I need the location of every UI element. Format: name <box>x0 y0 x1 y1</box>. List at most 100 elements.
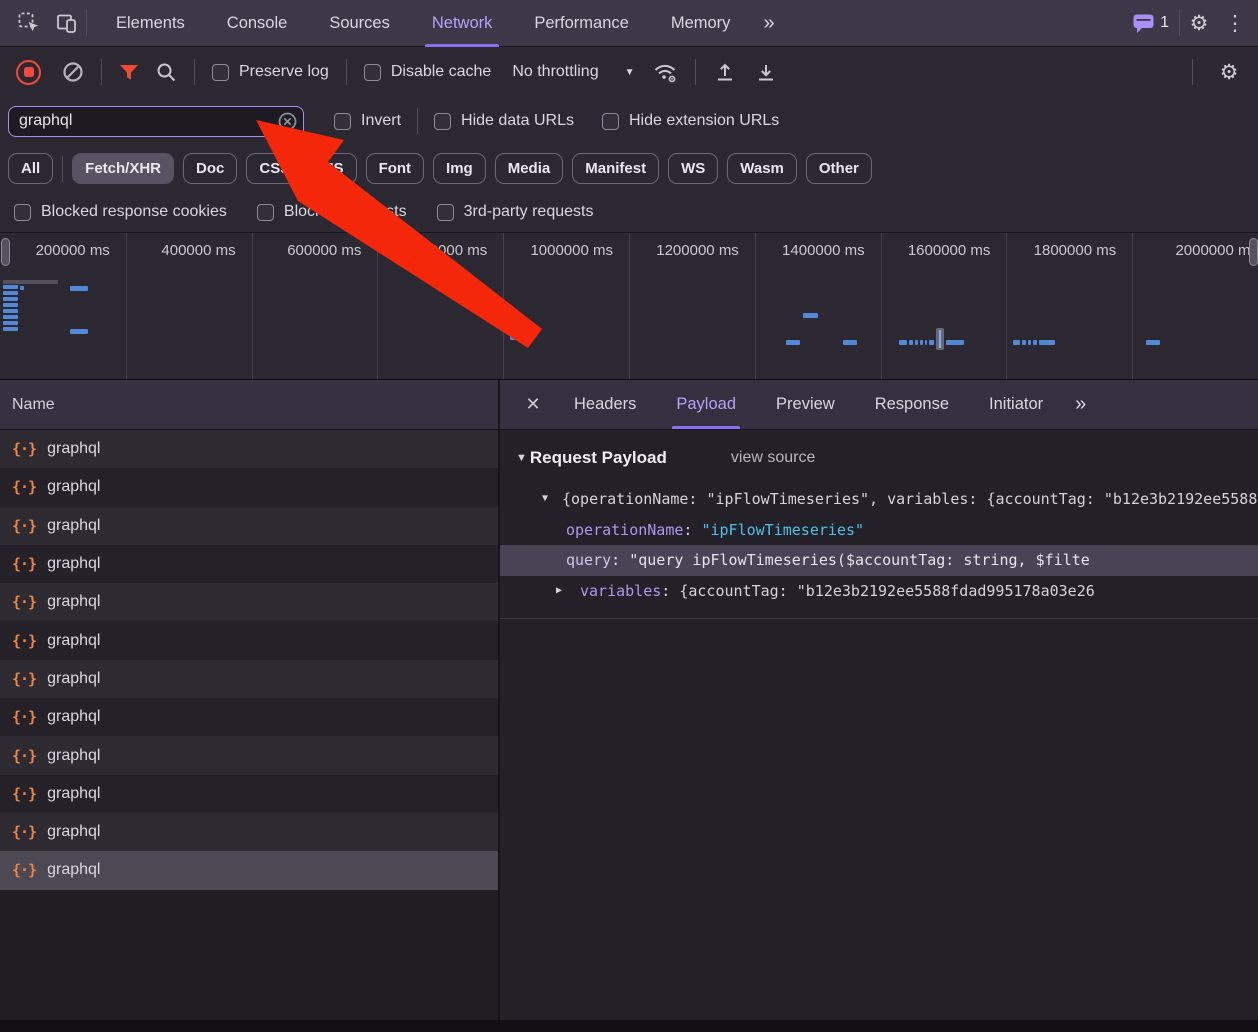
tab-elements[interactable]: Elements <box>95 0 206 47</box>
third-party-group: 3rd-party requests <box>437 203 594 221</box>
blocked-cookies-group: Blocked response cookies <box>14 203 227 221</box>
device-toolbar-button[interactable] <box>48 0 86 47</box>
request-payload-section-header[interactable]: ▼ Request Payload view source <box>500 438 1258 478</box>
detail-tab-payload[interactable]: Payload <box>656 380 756 429</box>
chip-img[interactable]: Img <box>433 153 486 184</box>
request-row-graphql[interactable]: {·}graphql <box>0 736 498 774</box>
request-row-graphql[interactable]: {·}graphql <box>0 545 498 583</box>
throttling-value: No throttling <box>512 63 598 81</box>
payload-row-3[interactable]: ▶variables: {accountTag: "b12e3b2192ee55… <box>500 576 1258 607</box>
timeline-gridline <box>1006 233 1007 379</box>
more-detail-tabs-button[interactable]: » <box>1063 381 1098 428</box>
request-row-graphql[interactable]: {·}graphql <box>0 621 498 659</box>
payload-text-segment: query <box>566 551 611 569</box>
hide-data-urls-label: Hide data URLs <box>461 112 574 130</box>
chip-font[interactable]: Font <box>366 153 424 184</box>
issues-count-badge[interactable]: 1 <box>1160 14 1169 32</box>
request-name: graphql <box>47 440 100 458</box>
import-har-button[interactable] <box>713 60 737 84</box>
blocked-requests-checkbox[interactable] <box>257 204 274 221</box>
toolbar-divider <box>1192 59 1193 85</box>
chip-fetch-xhr[interactable]: Fetch/XHR <box>72 153 174 184</box>
request-row-graphql[interactable]: {·}graphql <box>0 507 498 545</box>
detail-tab-preview[interactable]: Preview <box>756 380 855 429</box>
network-settings-button[interactable]: ⚙ <box>1210 49 1248 96</box>
overview-gray-bar <box>3 280 58 284</box>
close-details-button[interactable]: ✕ <box>512 394 554 415</box>
tab-sources[interactable]: Sources <box>308 0 411 47</box>
overview-request-bar <box>920 340 923 345</box>
chip-doc[interactable]: Doc <box>183 153 237 184</box>
invert-checkbox[interactable] <box>334 113 351 130</box>
json-fetch-icon: {·} <box>12 785 36 803</box>
overview-request-bar <box>899 340 907 345</box>
more-panels-button[interactable]: » <box>751 0 786 47</box>
timeline-tick-label: 200000 ms <box>36 242 110 259</box>
chip-other[interactable]: Other <box>806 153 872 184</box>
request-name: graphql <box>47 555 100 573</box>
overview-request-bar <box>786 340 800 345</box>
record-network-log-button[interactable] <box>16 60 41 85</box>
overview-left-handle[interactable] <box>1 238 10 266</box>
request-row-graphql[interactable]: {·}graphql <box>0 698 498 736</box>
triangle-right-icon[interactable]: ▶ <box>556 576 562 607</box>
chip-wasm[interactable]: Wasm <box>727 153 797 184</box>
search-button[interactable] <box>156 62 177 83</box>
clear-filter-button[interactable] <box>278 112 297 131</box>
request-row-graphql[interactable]: {·}graphql <box>0 660 498 698</box>
request-name: graphql <box>47 823 100 841</box>
preserve-log-label: Preserve log <box>239 63 329 81</box>
issues-bubble-icon <box>1132 13 1156 34</box>
inspect-cursor-icon <box>18 12 40 34</box>
view-source-link[interactable]: view source <box>731 449 815 467</box>
hide-extension-urls-checkbox[interactable] <box>602 113 619 130</box>
payload-row-2[interactable]: query: "query ipFlowTimeseries($accountT… <box>500 545 1258 576</box>
request-row-graphql[interactable]: {·}graphql <box>0 813 498 851</box>
network-conditions-button[interactable] <box>652 60 678 84</box>
blocked-cookies-checkbox[interactable] <box>14 204 31 221</box>
triangle-down-icon[interactable]: ▼ <box>542 484 548 515</box>
kebab-menu-button[interactable]: ⋮ <box>1218 11 1252 36</box>
json-fetch-icon: {·} <box>12 517 36 535</box>
network-overview-timeline[interactable]: 200000 ms400000 ms600000 ms800000 ms1000… <box>0 232 1258 380</box>
request-row-graphql[interactable]: {·}graphql <box>0 851 498 889</box>
tab-performance[interactable]: Performance <box>513 0 649 47</box>
panel-tabs: ElementsConsoleSourcesNetworkPerformance… <box>95 0 751 47</box>
detail-tab-initiator[interactable]: Initiator <box>969 380 1063 429</box>
tab-console[interactable]: Console <box>206 0 309 47</box>
tab-network[interactable]: Network <box>411 0 514 47</box>
overview-request-bar <box>909 340 913 345</box>
detail-tab-response[interactable]: Response <box>855 380 969 429</box>
overview-request-bar <box>1146 340 1160 345</box>
preserve-log-checkbox[interactable] <box>212 64 229 81</box>
chip-all[interactable]: All <box>8 153 53 184</box>
export-har-button[interactable] <box>754 60 778 84</box>
chip-media[interactable]: Media <box>495 153 564 184</box>
name-column-header[interactable]: Name <box>0 380 498 430</box>
throttling-dropdown[interactable]: No throttling ▼ <box>512 63 634 81</box>
tab-memory[interactable]: Memory <box>650 0 752 47</box>
inspect-element-button[interactable] <box>10 0 48 47</box>
filter-button[interactable] <box>119 64 139 81</box>
overview-right-handle[interactable] <box>1249 238 1258 266</box>
request-row-graphql[interactable]: {·}graphql <box>0 775 498 813</box>
disable-cache-checkbox[interactable] <box>364 64 381 81</box>
hide-data-urls-checkbox[interactable] <box>434 113 451 130</box>
filter-input[interactable] <box>8 106 304 137</box>
third-party-checkbox[interactable] <box>437 204 454 221</box>
clear-network-log-button[interactable] <box>62 61 84 83</box>
overview-request-bar <box>1013 340 1020 345</box>
chip-manifest[interactable]: Manifest <box>572 153 659 184</box>
settings-button[interactable]: ⚙ <box>1180 0 1218 47</box>
request-row-graphql[interactable]: {·}graphql <box>0 468 498 506</box>
request-row-graphql[interactable]: {·}graphql <box>0 583 498 621</box>
request-row-graphql[interactable]: {·}graphql <box>0 430 498 468</box>
payload-row-0[interactable]: ▼{operationName: "ipFlowTimeseries", var… <box>500 484 1258 515</box>
chip-js[interactable]: JS <box>312 153 356 184</box>
filter-bar: Invert Hide data URLs Hide extension URL… <box>0 97 1258 145</box>
chip-ws[interactable]: WS <box>668 153 718 184</box>
detail-tab-headers[interactable]: Headers <box>554 380 656 429</box>
issues-button[interactable] <box>1130 0 1158 47</box>
chip-css[interactable]: CSS <box>246 153 303 184</box>
payload-row-1[interactable]: operationName: "ipFlowTimeseries" <box>500 515 1258 546</box>
